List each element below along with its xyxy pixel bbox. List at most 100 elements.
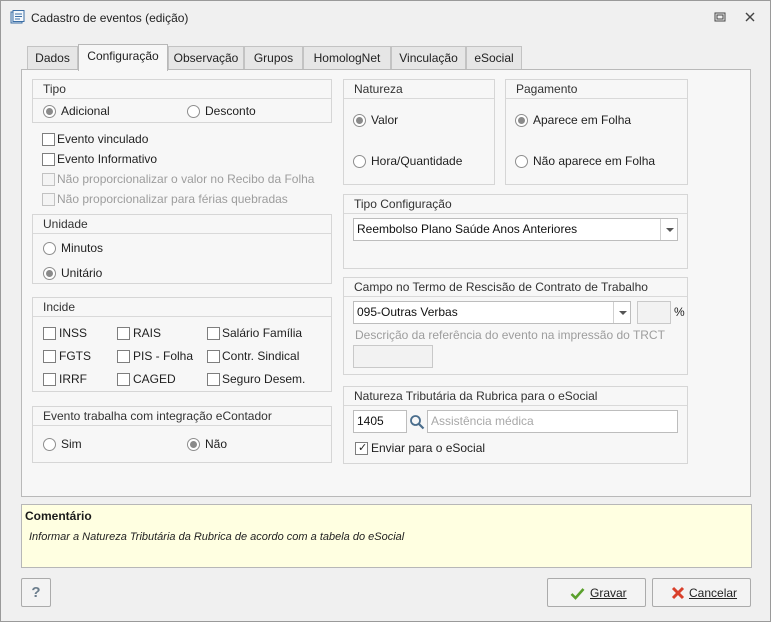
incide-salario-familia-label: Salário Família [222,326,303,340]
incide-contr-sindical-label: Contr. Sindical [222,349,300,363]
cancelar-button[interactable]: Cancelar [652,578,751,607]
natureza-hora-label: Hora/Quantidade [371,154,463,168]
incide-rais-checkbox[interactable] [117,327,130,340]
enviar-esocial-checkbox[interactable]: ✓ [355,442,368,455]
natureza-trib-group: Natureza Tributária da Rubrica para o eS… [343,386,688,464]
rescisao-group: Campo no Termo de Rescisão de Contrato d… [343,277,688,375]
pagamento-group: Pagamento Aparece em Folha Não aparece e… [505,79,688,185]
pagamento-aparece-label: Aparece em Folha [533,113,632,127]
tab-configuracao[interactable]: Configuração [78,44,168,71]
nao-prop-recibo-checkbox [42,173,55,186]
rescisao-dropdown-icon[interactable] [613,302,630,323]
unidade-minutos-radio[interactable] [43,242,56,255]
evento-informativo-checkbox[interactable] [42,153,55,166]
incide-salario-familia-checkbox[interactable] [207,327,220,340]
pagamento-aparece-radio[interactable] [515,114,528,127]
incide-pis-checkbox[interactable] [117,350,130,363]
natureza-group: Natureza Valor Hora/Quantidade [343,79,495,185]
unidade-title: Unidade [43,217,88,231]
unidade-minutos-label: Minutos [61,241,104,255]
incide-group: Incide INSS RAIS Salário Família FGTS PI… [32,297,332,392]
natureza-group-header: Natureza [344,80,494,99]
incide-caged-label: CAGED [133,372,176,386]
gravar-button[interactable]: Gravar [547,578,646,607]
nao-prop-ferias-label: Não proporcionalizar para férias quebrad… [57,192,288,206]
incide-fgts-label: FGTS [59,349,91,363]
econtador-sim-label: Sim [61,437,82,451]
help-button[interactable]: ? [21,578,51,607]
nao-prop-recibo-label: Não proporcionalizar o valor no Recibo d… [57,172,315,186]
title-bar: Cadastro de eventos (edição) [1,1,770,33]
rescisao-group-header: Campo no Termo de Rescisão de Contrato d… [344,278,687,297]
restore-icon[interactable] [713,10,727,24]
tipo-title: Tipo [43,82,66,96]
tipo-config-group-header: Tipo Configuração [344,195,687,214]
rescisao-desc-label: Descrição da referência do evento na imp… [355,328,665,342]
incide-pis-label: PIS - Folha [133,349,194,363]
unidade-group: Unidade Minutos Unitário [32,214,332,284]
rescisao-value: 095-Outras Verbas [357,305,458,319]
unidade-unitario-radio[interactable] [43,267,56,280]
natureza-trib-code-field[interactable]: 1405 [353,410,407,433]
tab-observacao[interactable]: Observação [168,46,244,70]
natureza-trib-description-field: Assistência médica [427,410,678,433]
econtador-title: Evento trabalha com integração eContador [43,409,272,423]
econtador-group: Evento trabalha com integração eContador… [32,406,332,463]
natureza-title: Natureza [354,82,403,96]
comment-box: Comentário Informar a Natureza Tributári… [21,504,752,568]
tipo-adicional-radio[interactable] [43,105,56,118]
pagamento-nao-aparece-radio[interactable] [515,155,528,168]
checkmark-icon: ✓ [358,442,368,454]
evento-vinculado-checkbox[interactable] [42,133,55,146]
natureza-trib-title: Natureza Tributária da Rubrica para o eS… [354,389,598,403]
cancelar-label: Cancelar [689,586,738,600]
incide-contr-sindical-checkbox[interactable] [207,350,220,363]
econtador-sim-radio[interactable] [43,438,56,451]
natureza-valor-radio[interactable] [353,114,366,127]
configuracao-panel: Tipo Adicional Desconto Evento vinculado… [21,69,751,497]
tipo-desconto-radio[interactable] [187,105,200,118]
evento-informativo-label: Evento Informativo [57,152,158,166]
tab-esocial[interactable]: eSocial [466,46,522,70]
natureza-hora-radio[interactable] [353,155,366,168]
tipo-config-title: Tipo Configuração [354,197,452,211]
incide-title: Incide [43,300,76,314]
tipo-config-dropdown-icon[interactable] [660,219,677,240]
checkmark-icon [570,588,585,600]
tipo-config-value: Reembolso Plano Saúde Anos Anteriores [357,222,578,236]
pagamento-title: Pagamento [516,82,578,96]
tipo-group-header: Tipo [33,80,331,99]
close-icon[interactable] [743,10,757,24]
incide-fgts-checkbox[interactable] [43,350,56,363]
tab-homolognet[interactable]: HomologNet [303,46,391,70]
incide-irrf-checkbox[interactable] [43,373,56,386]
percent-symbol: % [674,305,685,319]
comment-text: Informar a Natureza Tributária da Rubric… [29,531,405,543]
app-form-icon [10,10,25,24]
incide-caged-checkbox[interactable] [117,373,130,386]
pagamento-nao-aparece-label: Não aparece em Folha [533,154,656,168]
incide-inss-checkbox[interactable] [43,327,56,340]
econtador-nao-label: Não [205,437,228,451]
rescisao-select[interactable]: 095-Outras Verbas [353,301,631,324]
tab-grupos[interactable]: Grupos [244,46,303,70]
incide-inss-label: INSS [59,326,88,340]
nao-prop-ferias-checkbox [42,193,55,206]
tab-dados[interactable]: Dados [27,46,78,70]
search-icon[interactable] [409,414,425,430]
tipo-config-group: Tipo Configuração Reembolso Plano Saúde … [343,194,688,269]
tab-vinculacao[interactable]: Vinculação [391,46,466,70]
incide-irrf-label: IRRF [59,372,87,386]
econtador-nao-radio[interactable] [187,438,200,451]
evento-vinculado-label: Evento vinculado [57,132,149,146]
window-title: Cadastro de eventos (edição) [31,11,189,25]
econtador-group-header: Evento trabalha com integração eContador [33,407,331,426]
incide-rais-label: RAIS [133,326,162,340]
incide-seguro-desem-checkbox[interactable] [207,373,220,386]
natureza-trib-group-header: Natureza Tributária da Rubrica para o eS… [344,387,687,406]
unidade-group-header: Unidade [33,215,331,234]
rescisao-desc-field [353,345,433,368]
tipo-config-select[interactable]: Reembolso Plano Saúde Anos Anteriores [353,218,678,241]
incide-group-header: Incide [33,298,331,317]
unidade-unitario-label: Unitário [61,266,103,280]
